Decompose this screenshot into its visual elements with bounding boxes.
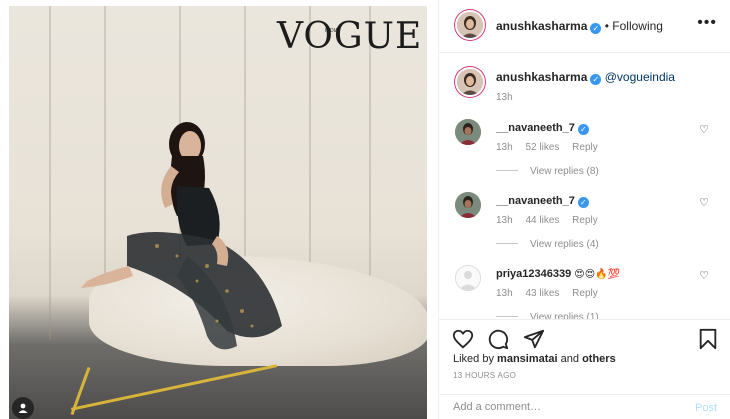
replies-dash [496, 316, 518, 317]
liked-by-and: and [560, 353, 579, 365]
post-comment-button[interactable]: Post [695, 402, 717, 414]
commenter-username[interactable]: __navaneeth_7 [496, 195, 575, 207]
reply-button[interactable]: Reply [572, 215, 598, 226]
share-paper-plane-icon[interactable] [523, 328, 545, 350]
caption-author-avatar[interactable] [457, 69, 483, 95]
post-sidebar: anushkasharma ✓ • Following ••• anushkash… [438, 0, 730, 419]
view-replies-label: View replies (8) [530, 166, 599, 177]
caption-mention-link[interactable]: @vogueindia [605, 70, 675, 84]
comment-likes[interactable]: 44 likes [525, 215, 559, 226]
caption-username[interactable]: anushkasharma [496, 70, 587, 84]
comment-like-heart-icon[interactable]: ♡ [699, 269, 709, 282]
liked-by-user-link[interactable]: mansimatai [497, 353, 558, 365]
vogue-edition: INDIA [325, 28, 339, 34]
comment-text: 😍😍🔥💯 [574, 269, 621, 280]
view-replies-button[interactable]: View replies (4) [496, 239, 599, 250]
tagged-user-icon[interactable] [12, 397, 34, 419]
reply-button[interactable]: Reply [572, 288, 598, 299]
liked-by-summary: Liked by mansimatai and others [453, 353, 616, 365]
comment-likes[interactable]: 52 likes [525, 142, 559, 153]
comment-time[interactable]: 13h [496, 142, 513, 153]
reply-button[interactable]: Reply [572, 142, 598, 153]
comment-time[interactable]: 13h [496, 215, 513, 226]
post-actions: Liked by mansimatai and others 13 HOURS … [439, 319, 730, 419]
view-replies-button[interactable]: View replies (8) [496, 166, 599, 177]
vogue-logo: VOGUE [277, 16, 423, 57]
author-username[interactable]: anushkasharma [496, 19, 587, 33]
model-figure [81, 122, 282, 350]
add-comment-bar: Post [439, 394, 730, 419]
verified-badge-icon: ✓ [577, 124, 589, 135]
comment-likes[interactable]: 43 likes [525, 288, 559, 299]
comment-bubble-icon[interactable] [487, 328, 509, 350]
post-photo: VOGUE INDIA [9, 6, 427, 419]
commenter-avatar[interactable] [455, 119, 481, 145]
liked-by-others-link[interactable]: others [582, 353, 616, 365]
like-heart-icon[interactable] [452, 328, 474, 350]
post-header: anushkasharma ✓ • Following ••• [439, 0, 730, 53]
following-button[interactable]: Following [612, 19, 663, 33]
save-bookmark-icon[interactable] [697, 328, 719, 350]
comment-like-heart-icon[interactable]: ♡ [699, 123, 709, 136]
commenter-username[interactable]: priya12346339 [496, 268, 571, 280]
add-comment-input[interactable] [453, 401, 673, 413]
author-avatar[interactable] [457, 12, 483, 38]
liked-by-prefix: Liked by [453, 353, 494, 365]
replies-dash [496, 243, 518, 244]
commenter-username[interactable]: __navaneeth_7 [496, 122, 575, 134]
replies-dash [496, 170, 518, 171]
caption-time[interactable]: 13h [496, 92, 513, 103]
more-options-icon[interactable]: ••• [697, 15, 717, 31]
commenter-default-avatar[interactable] [455, 265, 481, 291]
verified-badge-icon: ✓ [577, 197, 589, 208]
commenter-avatar[interactable] [455, 192, 481, 218]
view-replies-label: View replies (4) [530, 239, 599, 250]
caption: anushkasharma ✓ @vogueindia 13h [439, 60, 730, 108]
comment-time[interactable]: 13h [496, 288, 513, 299]
comment-item: __navaneeth_7 ✓ 13h 52 likes Reply ♡ View… [439, 119, 730, 191]
separator-dot: • [604, 19, 609, 33]
comment-like-heart-icon[interactable]: ♡ [699, 196, 709, 209]
verified-badge-icon: ✓ [590, 74, 602, 85]
verified-badge-icon: ✓ [590, 23, 602, 34]
curtain-fold [49, 6, 51, 339]
post-timestamp[interactable]: 13 HOURS AGO [453, 371, 516, 380]
post-image-panel[interactable]: VOGUE INDIA [0, 0, 438, 419]
comment-item: __navaneeth_7 ✓ 13h 44 likes Reply ♡ View… [439, 192, 730, 264]
